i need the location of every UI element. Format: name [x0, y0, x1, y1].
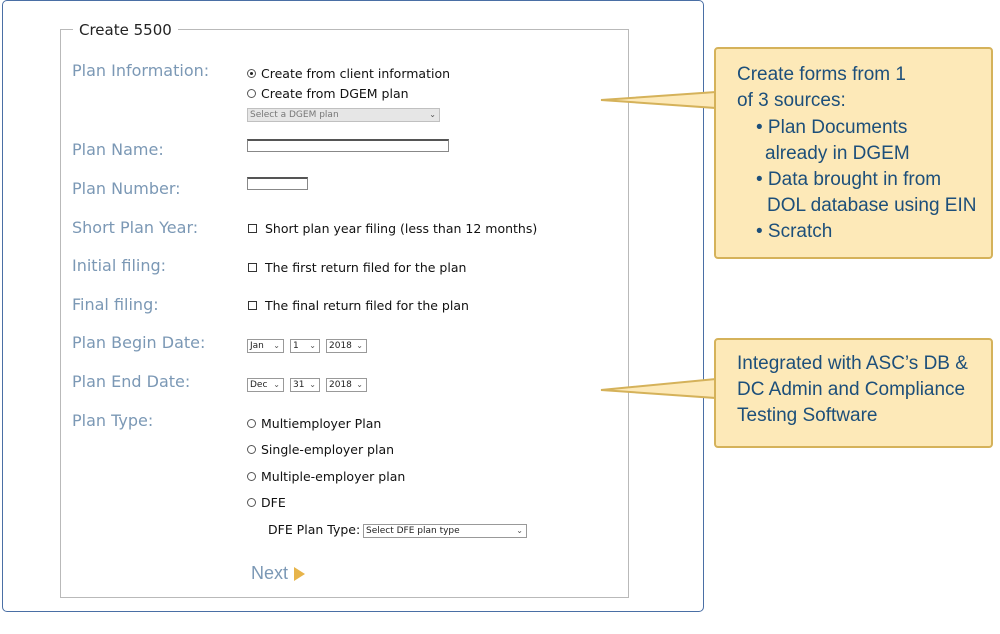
- sources-callout-bullet-1-cont: already in DGEM: [765, 143, 910, 164]
- sources-callout-bullet-1: • Plan Documents: [756, 117, 908, 138]
- sources-callout-line-1: Create forms from 1: [737, 64, 906, 85]
- integration-callout-line-1: Integrated with ASC’s DB &: [737, 353, 968, 374]
- integration-callout-line-3: Testing Software: [737, 405, 878, 426]
- sources-callout: Create forms from 1 of 3 sources: • Plan…: [714, 47, 993, 259]
- sources-callout-bullet-2-cont: DOL database using EIN: [767, 195, 977, 216]
- integration-callout: Integrated with ASC’s DB & DC Admin and …: [714, 338, 993, 448]
- sources-callout-line-2: of 3 sources:: [737, 90, 846, 111]
- sources-callout-pointer: [600, 90, 717, 110]
- integration-callout-line-2: DC Admin and Compliance: [737, 379, 966, 400]
- integration-callout-pointer: [600, 377, 717, 400]
- sources-callout-bullet-2: • Data brought in from: [756, 169, 942, 190]
- sources-callout-bullet-3: • Scratch: [756, 221, 833, 242]
